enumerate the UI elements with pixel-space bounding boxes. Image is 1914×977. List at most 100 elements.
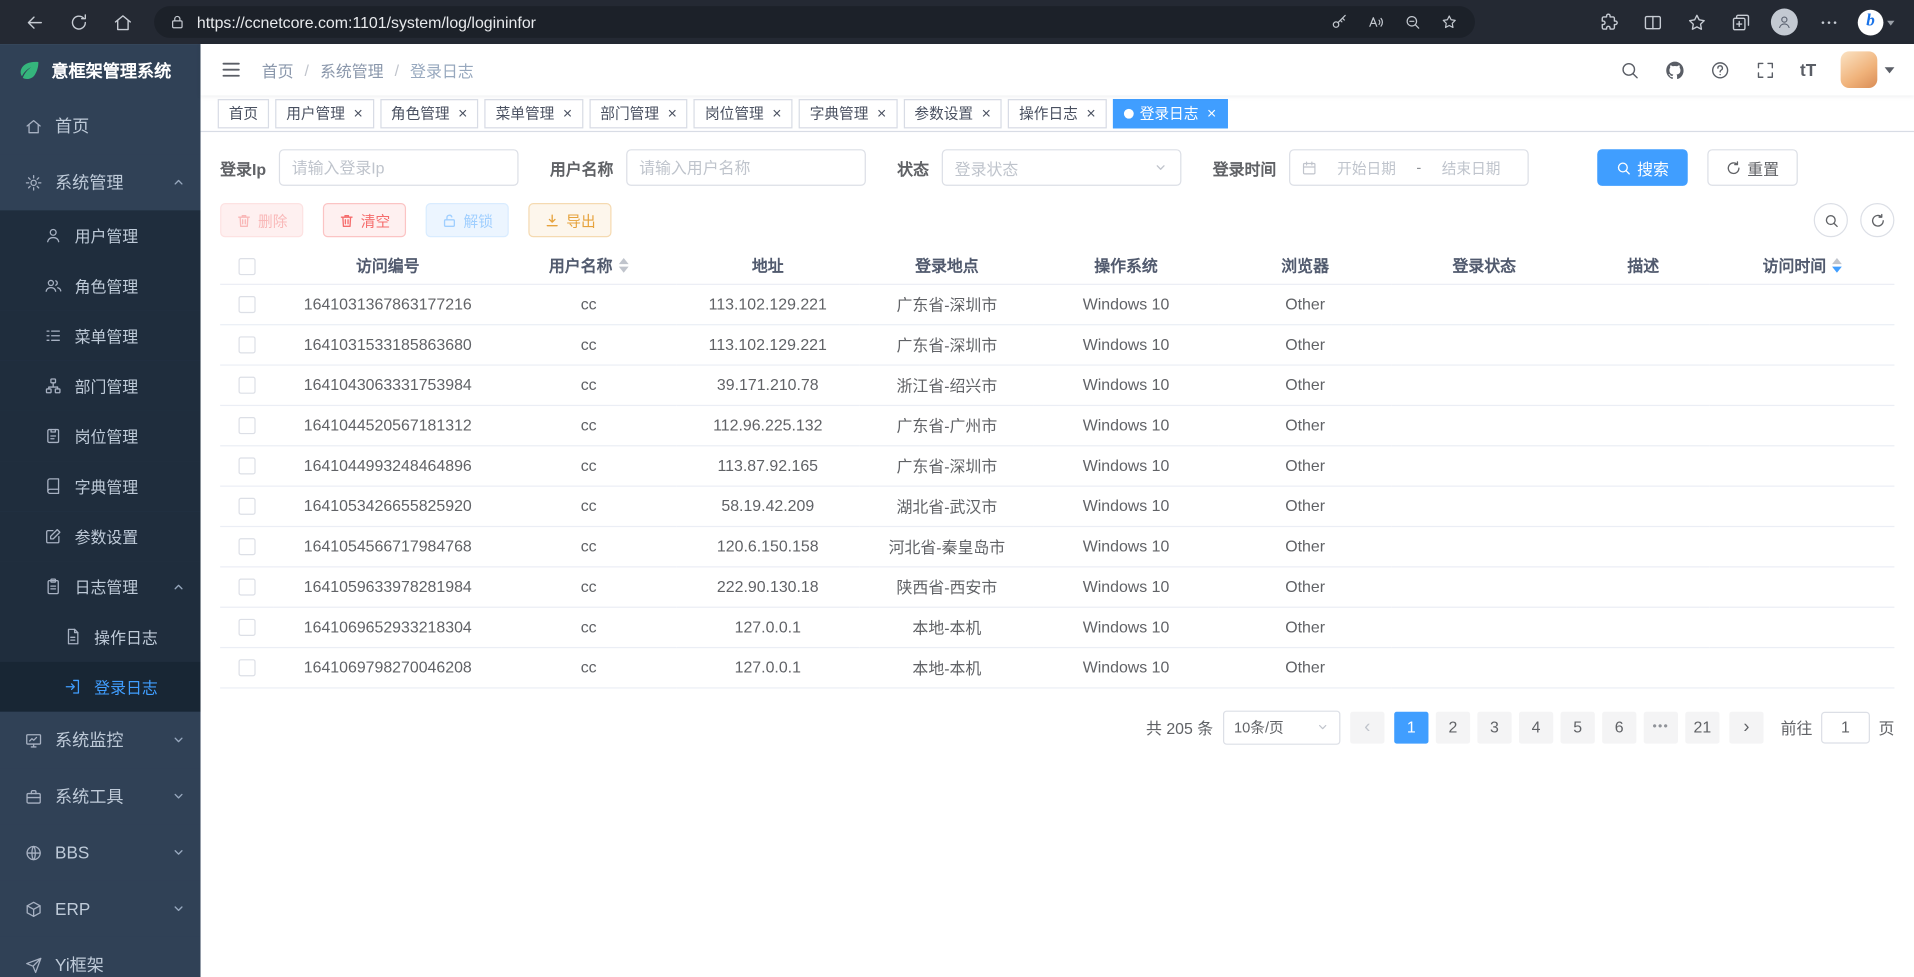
- row-checkbox[interactable]: [238, 296, 255, 313]
- tab-department-management[interactable]: 部门管理×: [589, 98, 688, 127]
- page-button-5[interactable]: 5: [1561, 711, 1595, 743]
- page-button-3[interactable]: 3: [1477, 711, 1511, 743]
- font-size-button[interactable]: tT: [1800, 60, 1816, 80]
- table-row[interactable]: 1641031367863177216cc113.102.129.221广东省-…: [220, 284, 1894, 324]
- row-checkbox[interactable]: [238, 337, 255, 354]
- tab-parameter-settings[interactable]: 参数设置×: [903, 98, 1002, 127]
- tab-login-log[interactable]: 登录日志×: [1113, 98, 1227, 127]
- sidebar-item-menu-management[interactable]: 菜单管理: [0, 311, 201, 361]
- clear-button[interactable]: 清空: [323, 203, 406, 237]
- tab-role-management[interactable]: 角色管理×: [380, 98, 479, 127]
- tab-operation-log[interactable]: 操作日志×: [1008, 98, 1107, 127]
- tab-close-icon[interactable]: ×: [353, 105, 362, 121]
- login-ip-input[interactable]: [278, 149, 518, 186]
- row-checkbox[interactable]: [238, 660, 255, 677]
- github-button[interactable]: [1664, 59, 1685, 80]
- saved-passwords-button[interactable]: [1321, 7, 1358, 36]
- fullscreen-button[interactable]: [1755, 59, 1776, 80]
- table-row[interactable]: 1641069652933218304cc127.0.0.1本地-本机Windo…: [220, 607, 1894, 647]
- search-button[interactable]: 搜索: [1597, 149, 1688, 186]
- browser-refresh-button[interactable]: [56, 4, 100, 41]
- browser-profile-button[interactable]: [1762, 4, 1806, 41]
- browser-back-button[interactable]: [12, 4, 56, 41]
- sidebar-item-dictionary-management[interactable]: 字典管理: [0, 461, 201, 511]
- sidebar-item-user-management[interactable]: 用户管理: [0, 210, 201, 260]
- page-button-2[interactable]: 2: [1436, 711, 1470, 743]
- page-button-21[interactable]: 21: [1685, 711, 1719, 743]
- reset-button[interactable]: 重置: [1707, 149, 1798, 186]
- sidebar-item-bbs[interactable]: BBS: [0, 824, 201, 880]
- toggle-search-button[interactable]: [1814, 203, 1848, 237]
- table-row[interactable]: 1641054566717984768cc120.6.150.158河北省-秦皇…: [220, 526, 1894, 566]
- unlock-button[interactable]: 解锁: [426, 203, 509, 237]
- table-row[interactable]: 1641069798270046208cc127.0.0.1本地-本机Windo…: [220, 647, 1894, 687]
- sidebar-item-erp[interactable]: ERP: [0, 881, 201, 937]
- sidebar-item-login-log[interactable]: 登录日志: [0, 662, 201, 712]
- sidebar-item-home[interactable]: 首页: [0, 98, 201, 154]
- breadcrumb-system-management[interactable]: 系统管理: [320, 58, 384, 81]
- favorites-button[interactable]: [1674, 4, 1718, 41]
- page-button-6[interactable]: 6: [1602, 711, 1636, 743]
- user-menu[interactable]: [1841, 51, 1895, 88]
- tab-close-icon[interactable]: ×: [668, 105, 677, 121]
- browser-settings-button[interactable]: [1806, 4, 1850, 41]
- sidebar-item-role-management[interactable]: 角色管理: [0, 260, 201, 310]
- jump-page-input[interactable]: [1821, 711, 1870, 743]
- sidebar-item-yi-framework[interactable]: Yi框架: [0, 937, 201, 977]
- split-screen-button[interactable]: [1630, 4, 1674, 41]
- sidebar-item-department-management[interactable]: 部门管理: [0, 361, 201, 411]
- breadcrumb-home[interactable]: 首页: [262, 58, 294, 81]
- sidebar-item-parameter-settings[interactable]: 参数设置: [0, 511, 201, 561]
- tab-dictionary-management[interactable]: 字典管理×: [799, 98, 898, 127]
- row-checkbox[interactable]: [238, 619, 255, 636]
- browser-home-button[interactable]: [100, 4, 144, 41]
- row-checkbox[interactable]: [238, 417, 255, 434]
- table-row[interactable]: 1641043063331753984cc39.171.210.78浙江省-绍兴…: [220, 364, 1894, 404]
- tab-post-management[interactable]: 岗位管理×: [694, 98, 793, 127]
- tab-home[interactable]: 首页: [218, 98, 269, 127]
- app-logo[interactable]: 意框架管理系统: [0, 44, 201, 98]
- page-button-1[interactable]: 1: [1394, 711, 1428, 743]
- status-select[interactable]: 登录状态: [941, 149, 1181, 186]
- sort-carets-icon[interactable]: [619, 258, 629, 273]
- login-time-range-picker[interactable]: 开始日期 - 结束日期: [1289, 149, 1529, 186]
- column-header-user-name[interactable]: 用户名称: [502, 247, 676, 284]
- tab-close-icon[interactable]: ×: [458, 105, 467, 121]
- url-text[interactable]: https://ccnetcore.com:1101/system/log/lo…: [197, 13, 1321, 31]
- table-row[interactable]: 1641031533185863680cc113.102.129.221广东省-…: [220, 324, 1894, 364]
- table-row[interactable]: 1641053426655825920cc58.19.42.209湖北省-武汉市…: [220, 486, 1894, 526]
- sidebar-item-system-monitor[interactable]: 系统监控: [0, 712, 201, 768]
- row-checkbox[interactable]: [238, 538, 255, 555]
- sort-carets-icon[interactable]: [1832, 258, 1842, 273]
- address-bar[interactable]: https://ccnetcore.com:1101/system/log/lo…: [154, 6, 1475, 38]
- row-checkbox[interactable]: [238, 377, 255, 394]
- tab-close-icon[interactable]: ×: [772, 105, 781, 121]
- sidebar-item-system-management[interactable]: 系统管理: [0, 154, 201, 210]
- copilot-button[interactable]: b: [1850, 9, 1901, 35]
- sidebar-item-post-management[interactable]: 岗位管理: [0, 411, 201, 461]
- docs-help-button[interactable]: [1709, 59, 1730, 80]
- sidebar-item-operation-log[interactable]: 操作日志: [0, 612, 201, 662]
- page-button-4[interactable]: 4: [1519, 711, 1553, 743]
- page-more-button[interactable]: •••: [1644, 711, 1678, 743]
- select-all-checkbox[interactable]: [238, 257, 255, 274]
- read-aloud-button[interactable]: [1358, 7, 1395, 36]
- sidebar-toggle-button[interactable]: [220, 59, 242, 81]
- export-button[interactable]: 导出: [528, 203, 611, 237]
- header-search-button[interactable]: [1619, 59, 1640, 80]
- sidebar-item-system-tools[interactable]: 系统工具: [0, 768, 201, 824]
- tab-close-icon[interactable]: ×: [1207, 105, 1216, 121]
- tab-user-management[interactable]: 用户管理×: [275, 98, 374, 127]
- prev-page-button[interactable]: ‹: [1350, 711, 1384, 743]
- sidebar-item-log-management[interactable]: 日志管理: [0, 561, 201, 611]
- column-header-visit-time[interactable]: 访问时间: [1710, 247, 1894, 284]
- collections-button[interactable]: [1718, 4, 1762, 41]
- page-size-select[interactable]: 10条/页: [1223, 710, 1340, 744]
- user-name-input[interactable]: [626, 149, 866, 186]
- next-page-button[interactable]: ›: [1729, 711, 1763, 743]
- row-checkbox[interactable]: [238, 579, 255, 596]
- table-row[interactable]: 1641044993248464896cc113.87.92.165广东省-深圳…: [220, 445, 1894, 485]
- row-checkbox[interactable]: [238, 498, 255, 515]
- tab-close-icon[interactable]: ×: [877, 105, 886, 121]
- delete-button[interactable]: 删除: [220, 203, 303, 237]
